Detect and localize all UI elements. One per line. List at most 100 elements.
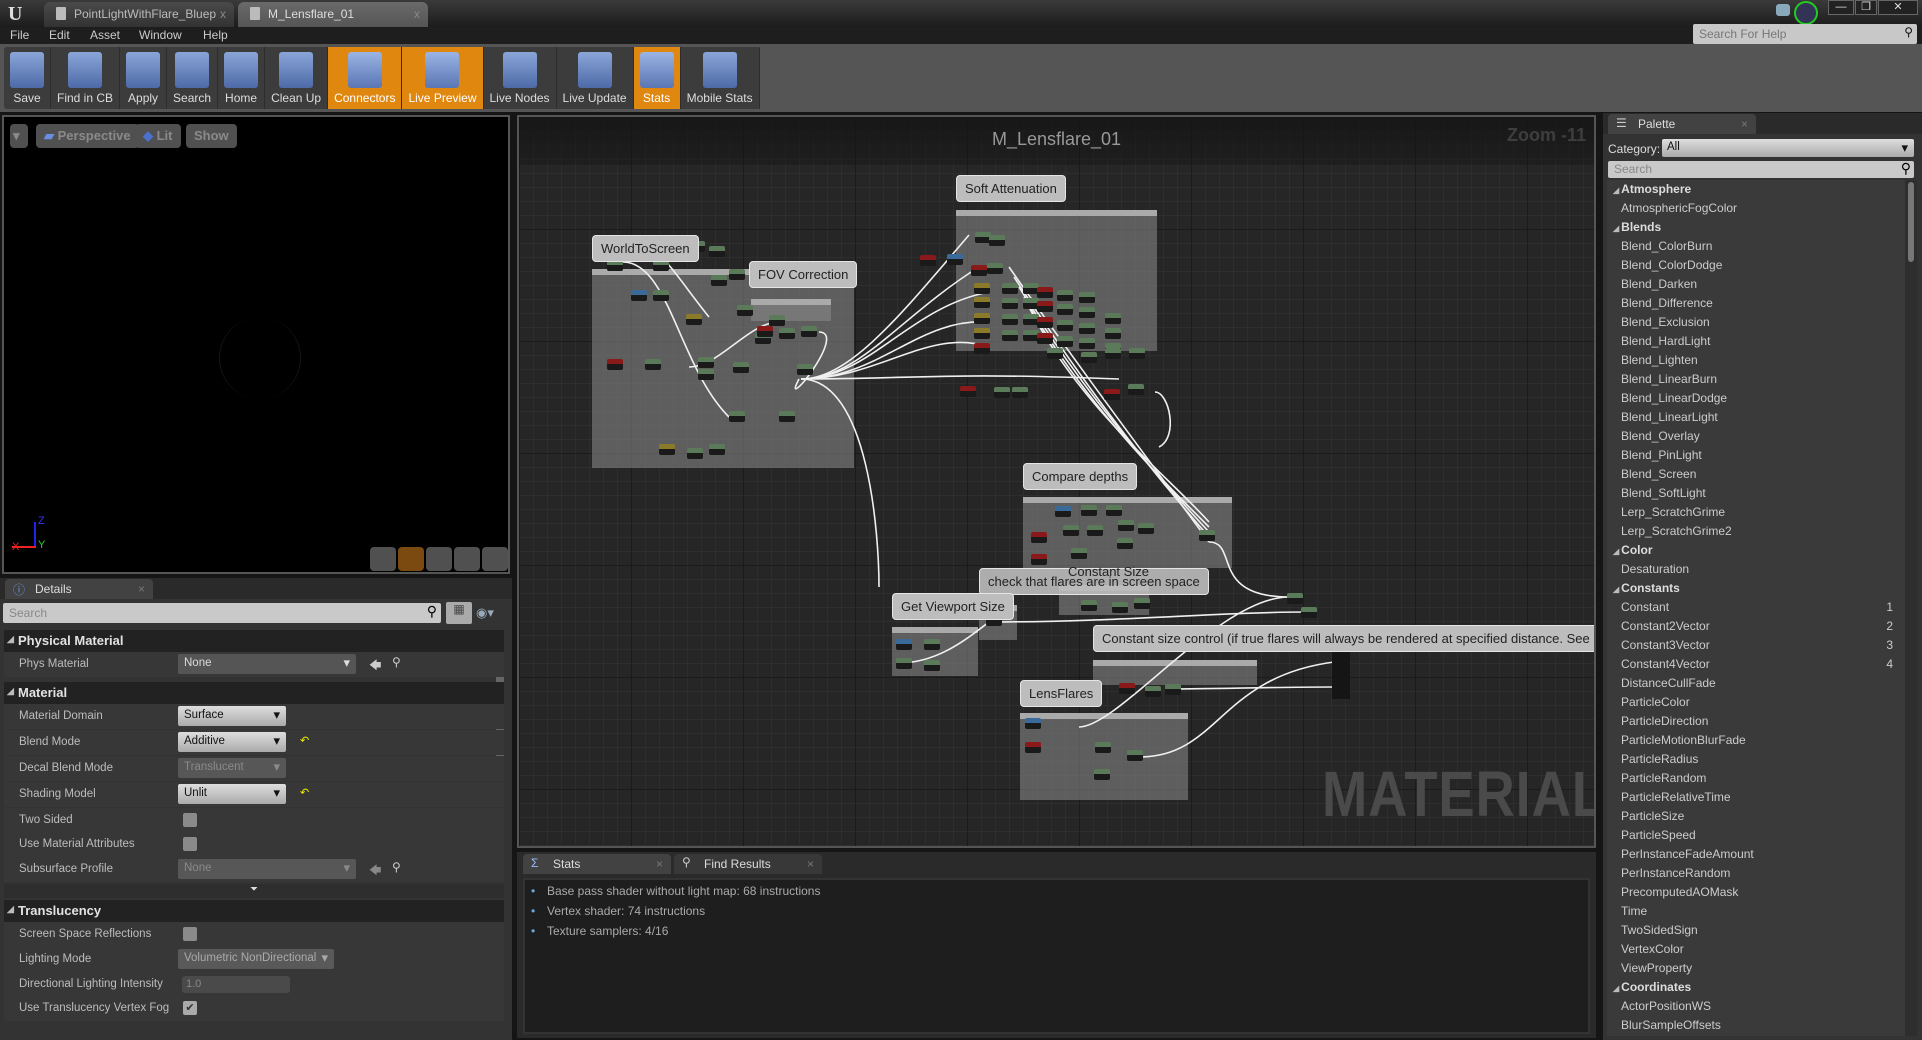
minimize-button[interactable]: — [1828,0,1854,15]
section-translucency[interactable]: Translucency [4,900,504,922]
material-expression-node[interactable] [686,314,702,325]
material-expression-node[interactable] [1002,298,1018,309]
menu-help[interactable]: Help [203,28,228,42]
reset-to-default-icon[interactable]: ↶ [300,786,309,799]
palette-item[interactable]: Time [1607,902,1905,921]
palette-category[interactable]: Blends [1607,218,1905,237]
material-expression-node[interactable] [659,444,675,455]
material-expression-node[interactable] [1002,283,1018,294]
reset-to-default-icon[interactable]: ↶ [300,734,309,747]
material-expression-node[interactable] [1031,532,1047,543]
use-selected-arrow-icon[interactable]: 🡄 [369,861,381,882]
material-expression-node[interactable] [987,263,1003,274]
material-expression-node[interactable] [1071,548,1087,559]
material-expression-node[interactable] [1031,554,1047,565]
material-expression-node[interactable] [1105,313,1121,324]
close-button[interactable]: ✕ [1878,0,1918,15]
scrollbar-thumb[interactable] [1908,182,1914,262]
material-expression-node[interactable] [1094,769,1110,780]
menu-window[interactable]: Window [139,28,182,42]
home-button[interactable]: Home [218,47,266,109]
tutorial-icon[interactable] [1794,1,1818,25]
material-expression-node[interactable] [779,411,795,422]
material-expression-node[interactable] [653,290,669,301]
material-expression-node[interactable] [1118,520,1134,531]
cube-preview-button[interactable] [454,547,480,571]
palette-item[interactable]: Desaturation [1607,560,1905,579]
palette-item[interactable]: Blend_LinearLight [1607,408,1905,427]
fog-checkbox[interactable]: ✔ [183,1001,197,1015]
material-expression-node[interactable] [729,411,745,422]
palette-item[interactable]: Lerp_ScratchGrime2 [1607,522,1905,541]
palette-item[interactable]: Blend_LinearDodge [1607,389,1905,408]
apply-button[interactable]: Apply [120,47,168,109]
palette-item[interactable]: AtmosphericFogColor [1607,199,1905,218]
material-expression-node[interactable] [989,235,1005,246]
view-options-grid-button[interactable]: ▦ [446,602,472,624]
material-expression-node[interactable] [1057,290,1073,301]
two-sided-checkbox[interactable] [183,813,197,827]
help-search-input[interactable]: Search For Help ⚲ [1693,24,1917,44]
phys-material-combo[interactable]: None [178,654,356,674]
material-expression-node[interactable] [733,362,749,373]
palette-scrollbar[interactable] [1905,180,1917,1036]
palette-item[interactable]: Constant2Vector 2 [1607,617,1905,636]
shading-model-combo[interactable]: Unlit [178,784,286,804]
material-expression-node[interactable] [974,283,990,294]
material-expression-node[interactable] [1055,506,1071,517]
material-expression-node[interactable] [1012,387,1028,398]
palette-item[interactable]: ViewProperty [1607,959,1905,978]
comment-label[interactable]: Constant size control (if true flares wi… [1093,625,1594,652]
material-expression-node[interactable] [1112,602,1128,613]
material-expression-node[interactable] [737,305,753,316]
material-expression-node[interactable] [1119,683,1135,694]
comment-label[interactable]: Soft Attenuation [956,175,1066,202]
palette-item[interactable]: Constant 1 [1607,598,1905,617]
sphere-preview-button[interactable] [398,547,424,571]
material-expression-node[interactable] [1037,317,1053,328]
palette-item[interactable]: Constant4Vector 4 [1607,655,1905,674]
material-expression-node[interactable] [1025,742,1041,753]
material-expression-node[interactable] [1128,384,1144,395]
menu-file[interactable]: File [10,28,29,42]
material-expression-node[interactable] [896,639,912,650]
browse-icon[interactable]: ⚲ [392,655,401,669]
palette-item[interactable]: Blend_ColorBurn [1607,237,1905,256]
material-expression-node[interactable] [924,639,940,650]
comment-label[interactable]: FOV Correction [749,261,858,288]
lit-button[interactable]: ◆ Lit [135,124,181,148]
stats-tab[interactable]: Σ Stats × [523,854,671,874]
material-expression-node[interactable] [971,265,987,276]
material-expression-node[interactable] [1145,686,1161,697]
material-expression-node[interactable] [1165,684,1181,695]
palette-item[interactable]: ActorPositionWS [1607,997,1905,1016]
save-button[interactable]: Save [4,47,51,109]
material-expression-node[interactable] [1117,538,1133,549]
material-expression-node[interactable] [1129,348,1145,359]
live-update-button[interactable]: Live Update [557,47,634,109]
material-expression-node[interactable] [1037,301,1053,312]
menu-asset[interactable]: Asset [90,28,120,42]
search-button[interactable]: Search [167,47,219,109]
material-expression-node[interactable] [1063,525,1079,536]
material-expression-node[interactable] [645,359,661,370]
palette-item[interactable]: PerInstanceFadeAmount [1607,845,1905,864]
comment-label[interactable]: Constant Size [1059,561,1158,585]
close-tab-icon[interactable]: × [807,857,814,871]
material-expression-node[interactable] [757,326,773,337]
material-expression-node[interactable] [1105,348,1121,359]
chat-icon[interactable] [1776,4,1790,16]
palette-item[interactable]: Blend_Difference [1607,294,1905,313]
connectors-button[interactable]: Connectors [328,47,403,109]
material-expression-node[interactable] [896,658,912,669]
palette-category[interactable]: Color [1607,541,1905,560]
palette-item[interactable]: ParticleRelativeTime [1607,788,1905,807]
material-expression-node[interactable] [1025,718,1041,729]
material-expression-node[interactable] [1081,600,1097,611]
material-expression-node[interactable] [1104,389,1120,400]
material-expression-node[interactable] [729,269,745,280]
material-expression-node[interactable] [1087,525,1103,536]
material-expression-node[interactable] [1138,523,1154,534]
stats-button[interactable]: Stats [633,47,681,109]
material-expression-node[interactable] [607,359,623,370]
